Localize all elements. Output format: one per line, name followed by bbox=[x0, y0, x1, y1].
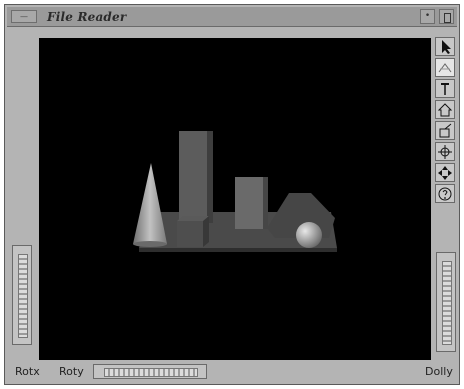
sphere bbox=[296, 222, 322, 248]
pointer-tool-button[interactable] bbox=[435, 37, 455, 56]
scene-render bbox=[133, 131, 337, 252]
dolly-wheel[interactable] bbox=[436, 252, 456, 352]
medium-block bbox=[235, 177, 263, 229]
view-tool-button[interactable] bbox=[435, 58, 455, 77]
dolly-label: Dolly bbox=[425, 365, 453, 378]
medium-block-side bbox=[263, 177, 268, 229]
view-all-tool-button[interactable] bbox=[435, 121, 455, 140]
view-icon bbox=[438, 63, 452, 73]
pointer-icon bbox=[442, 40, 451, 54]
viewer-toolbar bbox=[435, 37, 457, 205]
bottom-bar: Rotx Roty Dolly bbox=[5, 362, 459, 382]
perspective-icon bbox=[438, 166, 452, 180]
rotx-wheel-groove bbox=[18, 254, 28, 338]
cube-side bbox=[203, 216, 209, 247]
roty-wheel-groove bbox=[104, 368, 198, 377]
cone bbox=[133, 163, 167, 244]
tall-block bbox=[179, 131, 207, 223]
seek-tool-button[interactable] bbox=[435, 142, 455, 161]
perspective-tool-button[interactable] bbox=[435, 163, 455, 182]
window-title: File Reader bbox=[47, 10, 127, 24]
help-icon bbox=[438, 187, 452, 201]
3d-viewport[interactable] bbox=[39, 38, 431, 360]
cube bbox=[177, 221, 203, 247]
base-plate-front bbox=[139, 248, 337, 252]
window-menu-button[interactable]: — bbox=[11, 10, 37, 23]
cone-base bbox=[133, 241, 167, 247]
home-tool-button[interactable] bbox=[435, 79, 455, 98]
rotx-wheel[interactable] bbox=[12, 245, 32, 345]
home-icon bbox=[441, 83, 449, 95]
roty-label: Roty bbox=[59, 365, 84, 378]
set-home-tool-button[interactable] bbox=[435, 100, 455, 119]
maximize-button[interactable] bbox=[439, 9, 454, 24]
roty-wheel[interactable] bbox=[93, 364, 207, 379]
help-tool-button[interactable] bbox=[435, 184, 455, 203]
view-all-icon bbox=[439, 123, 452, 138]
set-home-icon bbox=[437, 103, 453, 117]
rotx-label: Rotx bbox=[15, 365, 40, 378]
maximize-icon bbox=[444, 13, 451, 23]
minimize-button[interactable]: • bbox=[420, 9, 435, 24]
file-reader-window: — File Reader • Rotx Roty Dolly bbox=[4, 4, 460, 385]
dolly-wheel-groove bbox=[442, 261, 452, 345]
tall-block-side bbox=[207, 131, 213, 223]
seek-icon bbox=[438, 145, 452, 159]
title-bar[interactable]: — File Reader • bbox=[7, 7, 457, 27]
